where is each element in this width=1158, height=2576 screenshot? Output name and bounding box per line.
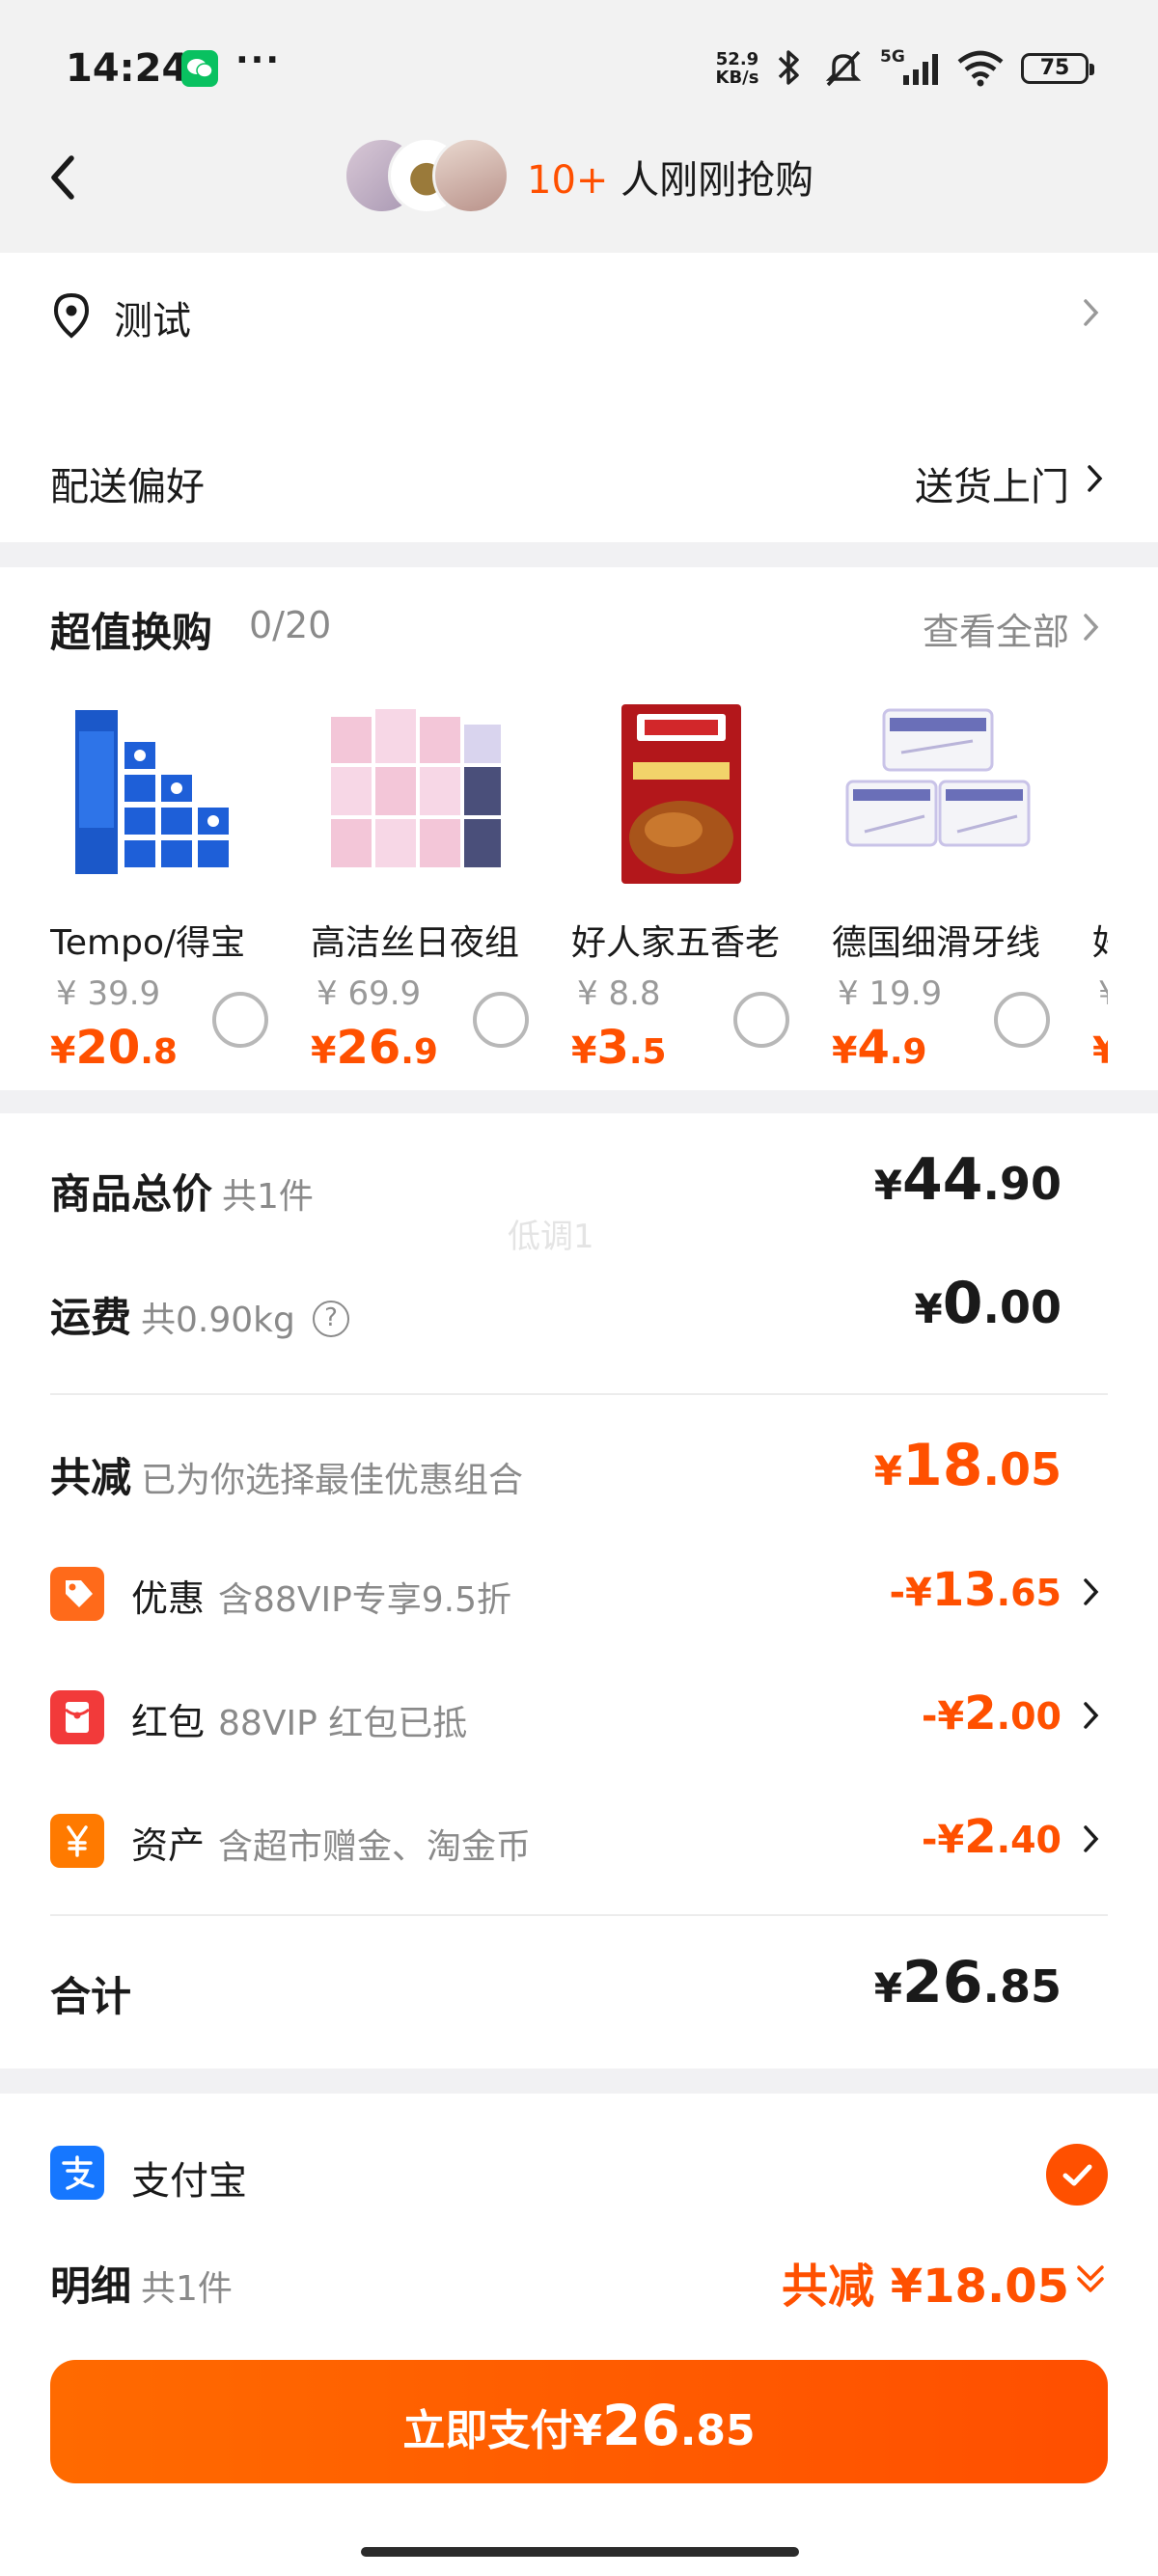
product-name: Tempo/得宝 — [50, 923, 246, 963]
red-packet-icon — [50, 1690, 104, 1744]
location-pin-icon — [50, 291, 93, 343]
buyer-avatars — [344, 135, 517, 216]
bluetooth-icon — [772, 46, 805, 93]
shipping-amount: ¥0.00 — [914, 1270, 1062, 1337]
addon-product[interactable]: Tempo/得宝 ¥ 39.9 ¥20.8 — [50, 702, 311, 1069]
shipping-label: 运费 共0.90kg — [50, 1294, 295, 1341]
payment-panel: 支付宝 明细 共1件 共减 ¥18.05 立即支付¥26.85 — [0, 2094, 1158, 2576]
addon-product[interactable]: 好 ¥ ¥ — [1092, 702, 1108, 1069]
help-icon[interactable]: ? — [313, 1301, 349, 1337]
grand-total-amount: ¥26.85 — [873, 1949, 1062, 2016]
yuan-coin-icon — [50, 1814, 104, 1868]
discount-row-red-packet[interactable]: 红包 88VIP 红包已抵 — [131, 1692, 467, 1745]
product-original-price: ¥ 19.9 — [838, 974, 943, 1013]
price-summary-card: 低调1 商品总价 共1件 ¥44.90 运费 共0.90kg ? ¥0.00 共减已… — [0, 1113, 1158, 2069]
addon-product-list: Tempo/得宝 ¥ 39.9 ¥20.8 高洁丝日夜组 ¥ 69.9 ¥26.… — [50, 702, 1108, 1069]
mute-bell-icon — [822, 46, 865, 93]
pay-now-button[interactable]: 立即支付¥26.85 — [50, 2360, 1108, 2483]
alipay-icon — [50, 2146, 104, 2200]
product-select-radio[interactable] — [733, 992, 789, 1048]
status-bar: 14:24 ··· 52.9 KB/s 5G 75 — [0, 0, 1158, 135]
view-all-link[interactable]: 查看全部 — [923, 602, 1069, 655]
goods-total-amount: ¥44.90 — [873, 1146, 1062, 1214]
chevron-right-icon[interactable] — [1081, 1822, 1102, 1856]
coupon-amount: -¥13.65 — [889, 1563, 1062, 1617]
tissue-product-image — [56, 702, 249, 886]
chevron-right-icon[interactable] — [1081, 1698, 1102, 1733]
battery-indicator: 75 — [1021, 53, 1094, 84]
wechat-icon — [181, 50, 218, 87]
page-title: 10+ 人刚刚抢购 — [527, 158, 814, 203]
product-select-radio[interactable] — [994, 992, 1050, 1048]
divider — [50, 1393, 1108, 1395]
grand-total-label: 合计 — [50, 1973, 132, 2020]
net-speed: 52.9 KB/s — [715, 49, 759, 88]
chevron-right-icon[interactable] — [1085, 461, 1106, 496]
chevron-double-down-icon[interactable] — [1073, 2260, 1108, 2298]
details-label[interactable]: 明细 共1件 — [50, 2254, 233, 2313]
seasoning-product-image — [577, 702, 770, 886]
address-card: 测试 配送偏好 送货上门 — [0, 253, 1158, 542]
watermark-text: 低调1 — [508, 1218, 594, 1256]
pads-product-image — [317, 702, 510, 886]
total-discount-amount: ¥18.05 — [873, 1432, 1062, 1499]
discount-row-assets[interactable]: 资产 含超市赠金、淘金币 — [131, 1816, 531, 1869]
goods-total-label: 商品总价 共1件 — [50, 1170, 314, 1218]
product-name: 高洁丝日夜组 — [311, 923, 520, 963]
red-packet-amount: -¥2.00 — [921, 1686, 1062, 1740]
floss-product-image — [838, 702, 1031, 886]
addon-deals-card: 超值换购 0/20 查看全部 Tempo/得宝 ¥ 39.9 ¥20.8 高洁丝… — [0, 567, 1158, 1090]
back-button[interactable] — [39, 145, 87, 212]
product-select-radio[interactable] — [473, 992, 529, 1048]
chevron-right-icon[interactable] — [1081, 295, 1102, 330]
avatar — [432, 137, 510, 214]
product-name: 好 — [1092, 915, 1108, 965]
signal-icon: 5G — [878, 46, 946, 93]
divider — [50, 1914, 1108, 1916]
delivery-pref-label: 配送偏好 — [50, 465, 205, 509]
product-price: ¥20.8 — [50, 1021, 178, 1069]
chevron-right-icon[interactable] — [1081, 1575, 1102, 1609]
payment-selected-check-icon[interactable] — [1046, 2144, 1108, 2206]
addon-product[interactable]: 高洁丝日夜组 ¥ 69.9 ¥26.9 — [311, 702, 571, 1069]
details-saving[interactable]: 共减 ¥18.05 — [782, 2248, 1069, 2316]
product-select-radio[interactable] — [212, 992, 268, 1048]
addon-product[interactable]: 好人家五香老 ¥ 8.8 ¥3.5 — [571, 702, 832, 1069]
address-name[interactable]: 测试 — [114, 289, 191, 345]
status-time: 14:24 — [66, 46, 189, 91]
product-price: ¥ — [1092, 1029, 1108, 1069]
product-original-price: ¥ 8.8 — [577, 974, 661, 1013]
assets-amount: -¥2.40 — [921, 1810, 1062, 1864]
addon-product[interactable]: 德国细滑牙线 ¥ 19.9 ¥4.9 — [832, 702, 1092, 1069]
addon-count: 0/20 — [249, 604, 332, 646]
status-more: ··· — [235, 41, 282, 80]
wifi-icon — [955, 46, 1006, 93]
product-original-price: ¥ 69.9 — [317, 974, 422, 1013]
product-original-price: ¥ — [1098, 974, 1108, 1013]
discount-row-coupon[interactable]: 优惠 含88VIP专享9.5折 — [131, 1569, 511, 1622]
delivery-pref-value[interactable]: 送货上门 — [915, 455, 1069, 511]
addon-title: 超值换购 — [50, 609, 213, 656]
product-original-price: ¥ 39.9 — [56, 974, 161, 1013]
product-price: ¥26.9 — [311, 1021, 438, 1069]
tag-icon — [50, 1567, 104, 1621]
product-name: 德国细滑牙线 — [832, 923, 1041, 963]
svg-text:5G: 5G — [880, 47, 905, 67]
total-discount-label: 共减 已为你选择最佳优惠组合 — [50, 1454, 524, 1501]
home-indicator[interactable] — [361, 2547, 799, 2557]
product-name: 好人家五香老 — [571, 923, 781, 963]
payment-method-label[interactable]: 支付宝 — [131, 2150, 247, 2206]
nav-bar: 10+ 人刚刚抢购 — [0, 135, 1158, 253]
product-price: ¥4.9 — [832, 1021, 927, 1069]
product-price: ¥3.5 — [571, 1021, 667, 1069]
chevron-right-icon[interactable] — [1081, 610, 1102, 644]
